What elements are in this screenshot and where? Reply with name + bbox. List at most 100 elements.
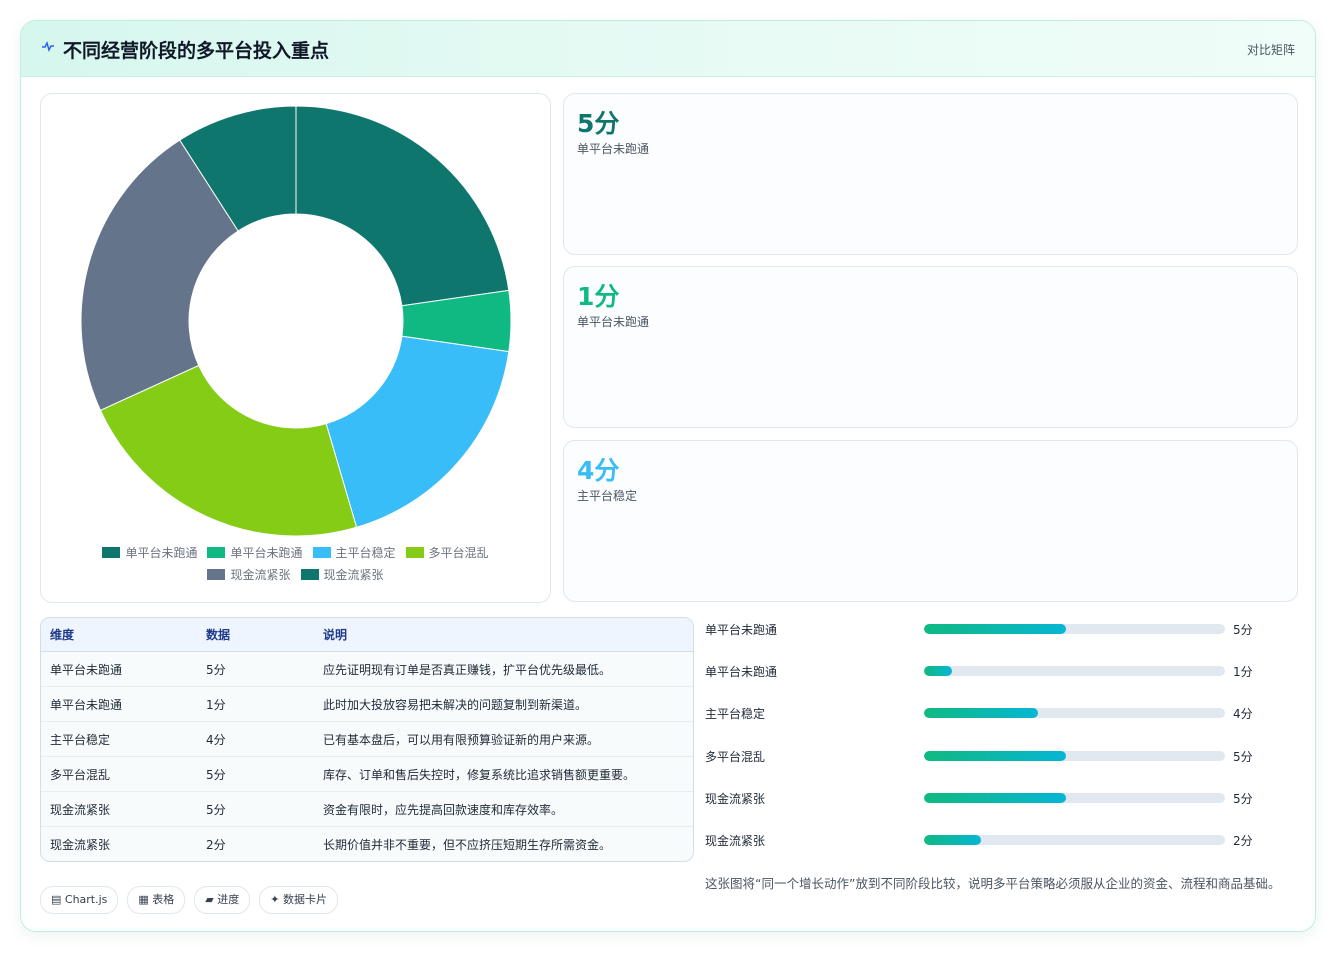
table-cell: 5分 [197, 756, 314, 792]
header-hint: 对比矩阵 [1246, 43, 1295, 57]
progress-row: 主平台稳定 4分 [705, 703, 1265, 723]
legend-swatch [207, 547, 226, 558]
progress-value: 5分 [1233, 623, 1253, 637]
progress-label: 现金流紧张 [705, 834, 766, 848]
progress-row: 现金流紧张 5分 [705, 788, 1265, 808]
tag-progress[interactable]: ▰ 进度 [194, 886, 251, 914]
chart-note: 这张图将“同一个增长动作”放到不同阶段比较，说明多平台策略必须服从企业的资金、流… [705, 876, 1281, 891]
doughnut-slice[interactable] [325, 335, 510, 528]
table-row: 多平台混乱 5分 库存、订单和售后失控时，修复系统比追求销售额更重要。 [41, 756, 693, 792]
progress-label: 现金流紧张 [705, 791, 766, 806]
table-cell: 单平台未跑通 [41, 651, 197, 687]
table-cell: 单平台未跑通 [41, 686, 197, 722]
table-cell: 已有基本盘后，可以用有限预算验证新的用户来源。 [314, 721, 693, 757]
progress-value: 5分 [1233, 749, 1253, 764]
legend-item[interactable]: 现金流紧张 [300, 566, 384, 583]
kpi-label: 单平台未跑通 [577, 142, 650, 156]
progress-fill [924, 750, 1066, 761]
progress-track [924, 750, 1225, 761]
progress-fill [924, 708, 1038, 719]
progress-fill [924, 792, 1066, 803]
legend-swatch [405, 547, 424, 558]
dashboard-card: 不同经营阶段的多平台投入重点 对比矩阵 单平台未跑通 单平台未跑通 主平台稳定 多平台… [20, 20, 1316, 932]
pulse-icon [42, 40, 54, 53]
progress-value: 4分 [1233, 707, 1253, 722]
column-header: 数据 [197, 618, 314, 652]
legend-item[interactable]: 现金流紧张 [207, 566, 291, 583]
progress-value: 5分 [1233, 791, 1253, 806]
table-cell: 2分 [206, 837, 226, 852]
progress-row: 单平台未跑通 5分 [705, 619, 1265, 639]
table-row: 单平台未跑通 1分 此时加大投放容易把未解决的问题复制到新渠道。 [41, 686, 693, 722]
kpi-card: 4分 主平台稳定 [563, 440, 1298, 602]
table-cell: 5分 [197, 651, 314, 687]
progress-value: 1分 [1233, 665, 1253, 680]
tag-list: ▤ Chart.js ▦ 表格 ▰ 进度 ✦ 数据卡片 [40, 886, 338, 914]
legend-swatch [102, 547, 121, 558]
progress-fill [924, 624, 1066, 634]
table-cell: 5分 [197, 791, 314, 827]
progress-row: 多平台混乱 5分 [705, 746, 1265, 766]
table-header-row: 维度 数据 说明 [41, 618, 693, 652]
page-title: 不同经营阶段的多平台投入重点 [63, 40, 330, 62]
progress-track [924, 624, 1225, 634]
table-cell: 库存、订单和售后失控时，修复系统比追求销售额更重要。 [314, 756, 693, 792]
progress-track [924, 792, 1225, 803]
table-row: 现金流紧张 5分 资金有限时，应先提高回款速度和库存效率。 [41, 791, 693, 827]
kpi-card: 5分 单平台未跑通 [563, 93, 1298, 255]
legend-label: 多平台混乱 [428, 546, 489, 560]
legend-item[interactable]: 多平台混乱 [405, 544, 489, 561]
doughnut-chart [80, 105, 512, 537]
legend-swatch [207, 569, 226, 580]
progress-track [924, 835, 1225, 845]
progress-fill [924, 666, 953, 677]
legend-item[interactable]: 主平台稳定 [312, 544, 396, 561]
column-header: 维度 [41, 618, 197, 652]
data-table: 维度 数据 说明 单平台未跑通 5分 应先证明现有订单是否真正赚钱，扩平台优先级最低… [41, 618, 693, 861]
legend-item[interactable]: 单平台未跑通 [102, 544, 197, 561]
table-row: 主平台稳定 4分 已有基本盘后，可以用有限预算验证新的用户来源。 [41, 721, 693, 757]
kpi-value: 1分 [577, 282, 620, 311]
progress-label: 单平台未跑通 [705, 665, 778, 680]
table-cell: 1分 [197, 686, 314, 722]
kpi-value: 4分 [577, 456, 620, 485]
progress-track [924, 666, 1225, 677]
doughnut-slice[interactable] [295, 105, 510, 307]
table-cell: 4分 [197, 721, 314, 757]
table-row: 单平台未跑通 5分 应先证明现有订单是否真正赚钱，扩平台优先级最低。 [41, 651, 693, 687]
kpi-label: 主平台稳定 [577, 489, 638, 503]
tag-table[interactable]: ▦ 表格 [127, 886, 186, 914]
progress-label: 多平台混乱 [705, 749, 766, 764]
kpi-card: 1分 单平台未跑通 [563, 266, 1298, 428]
legend-label: 现金流紧张 [323, 568, 384, 582]
progress-label: 单平台未跑通 [705, 623, 778, 637]
progress-row: 现金流紧张 2分 [705, 830, 1265, 850]
table-cell: 应先证明现有订单是否真正赚钱，扩平台优先级最低。 [314, 651, 693, 687]
legend-label: 主平台稳定 [335, 546, 396, 560]
kpi-value: 5分 [577, 109, 620, 138]
progress-value: 2分 [1233, 834, 1253, 848]
tag-data-card[interactable]: ✦ 数据卡片 [259, 886, 338, 914]
doughnut-chart-panel: 单平台未跑通 单平台未跑通 主平台稳定 多平台混乱 现金流紧张 现金流紧张 [40, 93, 551, 603]
tag-chartjs[interactable]: ▤ Chart.js [40, 886, 119, 914]
progress-row: 单平台未跑通 1分 [705, 661, 1265, 681]
column-header: 说明 [314, 618, 693, 652]
legend-label: 现金流紧张 [230, 568, 291, 582]
kpi-label: 单平台未跑通 [577, 315, 650, 329]
legend-item[interactable]: 单平台未跑通 [207, 544, 303, 561]
legend-label: 单平台未跑通 [230, 546, 303, 560]
data-table-wrapper: 维度 数据 说明 单平台未跑通 5分 应先证明现有订单是否真正赚钱，扩平台优先级最低… [40, 617, 694, 862]
table-cell: 多平台混乱 [41, 756, 197, 792]
chart-legend: 单平台未跑通 单平台未跑通 主平台稳定 多平台混乱 [41, 544, 550, 561]
progress-track [924, 708, 1225, 719]
table-cell: 资金有限时，应先提高回款速度和库存效率。 [314, 791, 693, 827]
table-cell: 此时加大投放容易把未解决的问题复制到新渠道。 [314, 686, 693, 722]
progress-label: 主平台稳定 [705, 707, 766, 722]
progress-fill [924, 835, 981, 845]
table-cell: 长期价值并非不重要，但不应挤压短期生存所需资金。 [323, 837, 612, 852]
legend-swatch [312, 547, 331, 558]
table-cell: 主平台稳定 [41, 721, 197, 757]
table-cell: 现金流紧张 [41, 791, 197, 827]
chart-legend-row-2: 现金流紧张 现金流紧张 [41, 566, 550, 583]
table-cell: 现金流紧张 [50, 837, 111, 852]
